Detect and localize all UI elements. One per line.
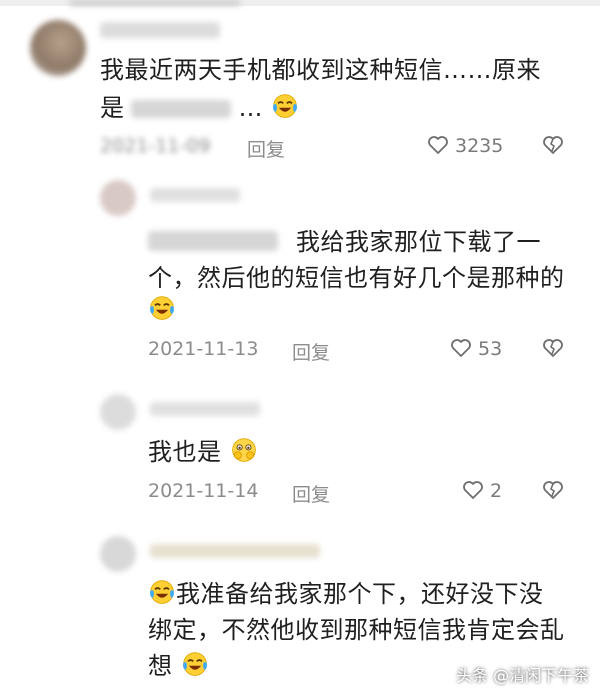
avatar[interactable] [100,536,136,572]
comment-text-line: 个，然后他的短信也有好几个是那种的 [148,264,565,292]
comment-text-line: 我也是 [148,432,258,472]
comment-text-line: 想 [148,646,209,686]
like-count: 2 [490,480,503,502]
username-blurred[interactable] [150,188,240,202]
blurred-mention [148,230,278,252]
top-blurred-element [70,0,240,6]
laughing-tears-emoji [150,580,174,604]
comment-date: 2021-11-13 [148,338,259,360]
broken-heart-icon [543,481,563,499]
heart-outline-icon [428,136,448,154]
reply-button[interactable]: 回复 [247,135,285,162]
like-count: 53 [478,338,503,360]
dislike-button[interactable] [541,133,565,161]
comment-emoji [148,294,176,322]
reply-button[interactable]: 回复 [292,480,330,507]
laughing-tears-emoji [150,296,174,320]
blurred-text [130,100,231,118]
username-blurred[interactable] [100,22,220,38]
laughing-tears-emoji [182,652,207,676]
like-count: 3235 [455,135,504,157]
comment-date: 2021-11-09 [100,135,211,157]
shy-face-emoji [231,438,256,462]
comment-text-line: 我准备给我家那个下，还好没下没 [148,574,544,614]
broken-heart-icon [543,136,563,154]
comment-text-fragment: 想 [148,652,173,680]
watermark: 头条 @清闲下午茶 [456,666,590,685]
comment-text-line: 绑定，不然他收到那种短信我肯定会乱 [148,616,565,644]
reply-button[interactable]: 回复 [292,338,330,365]
comment-text-fragment: 我准备给我家那个下，还好没下没 [176,580,544,608]
comment-text-fragment: 是 [100,94,125,122]
comment-text-fragment: … [238,94,263,122]
avatar[interactable] [30,20,86,76]
heart-outline-icon [451,339,471,357]
like-button[interactable] [461,478,485,506]
avatar[interactable] [100,180,136,216]
comment-text-line: 我给我家那位下载了一 [296,228,541,256]
comment-text-line: 我最近两天手机都收到这种短信……原来 [100,56,541,84]
dislike-button[interactable] [541,478,565,506]
laughing-tears-emoji [273,94,298,118]
avatar[interactable] [100,394,136,430]
like-button[interactable] [449,336,473,364]
comment-date: 2021-11-14 [148,480,259,502]
username-blurred[interactable] [150,402,260,416]
broken-heart-icon [543,339,563,357]
heart-outline-icon [463,481,483,499]
username-blurred[interactable] [150,544,320,558]
comment-text-line: 是… [100,88,299,128]
dislike-button[interactable] [541,336,565,364]
like-button[interactable] [426,133,450,161]
comment-text-fragment: 我也是 [148,438,222,466]
